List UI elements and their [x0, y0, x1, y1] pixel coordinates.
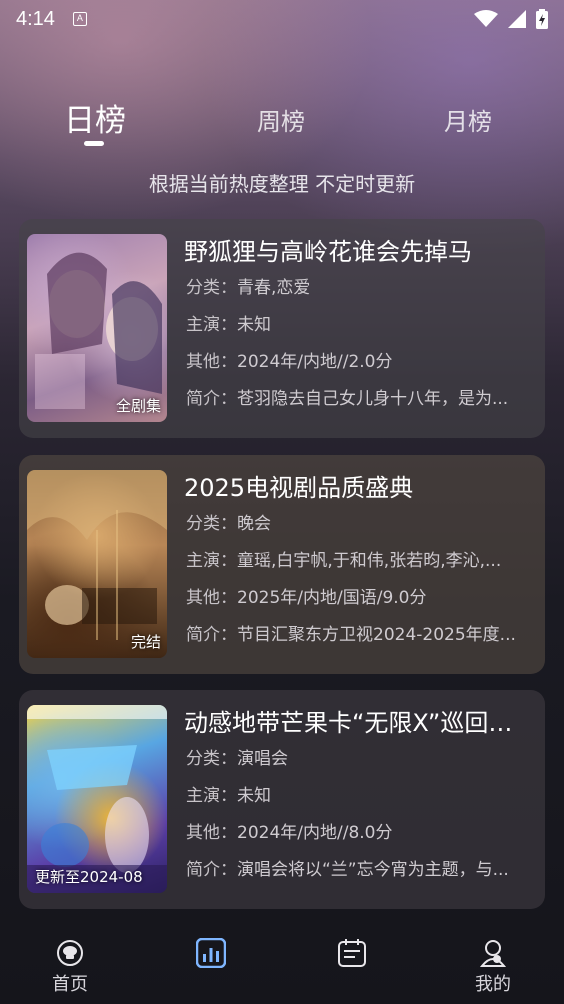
tab-monthly[interactable]: 月榜	[444, 102, 492, 137]
nav-schedule[interactable]	[312, 938, 392, 970]
poster-image: 全剧集	[27, 234, 167, 422]
card-info: 2025电视剧品质盛典 分类：晚会 主演：童瑶,白宇帆,于和伟,张若昀,李沁,.…	[184, 471, 534, 653]
card-info: 野狐狸与高岭花谁会先掉马 分类：青春,恋爱 主演：未知 其他：2024年/内地/…	[184, 235, 534, 417]
poster-badge: 完结	[130, 633, 161, 651]
tab-weekly[interactable]: 周榜	[257, 102, 305, 137]
ranking-tabs: 日榜 周榜 月榜	[0, 95, 564, 155]
nav-home[interactable]: 首页	[30, 938, 110, 996]
poster-art	[35, 252, 162, 409]
bottom-nav: 首页 我的	[0, 928, 564, 1004]
poster-art	[27, 470, 167, 640]
wifi-icon	[474, 10, 498, 27]
status-icons	[474, 9, 548, 29]
card-info: 动感地带芒果卡“无限X”巡回演... 分类：演唱会 主演：未知 其他：2024年…	[184, 706, 534, 888]
status-bar: 4:14 A	[0, 0, 564, 38]
battery-charging-icon	[536, 9, 548, 29]
card-cast: 主演：未知	[186, 786, 271, 806]
list-item[interactable]: 完结 2025电视剧品质盛典 分类：晚会 主演：童瑶,白宇帆,于和伟,张若昀,李…	[19, 455, 545, 674]
nav-ranking[interactable]	[171, 937, 251, 970]
card-intro: 简介：苍羽隐去自己女儿身十八年，是为...	[186, 389, 509, 409]
card-intro: 简介：演唱会将以“兰”忘今宵为主题，与...	[186, 860, 509, 880]
poster-image: 完结	[27, 470, 167, 658]
card-category: 分类：演唱会	[186, 749, 288, 769]
a-notification-icon: A	[72, 12, 87, 26]
poster-art	[27, 705, 167, 893]
card-title: 2025电视剧品质盛典	[184, 474, 414, 502]
list-item[interactable]: 更新至2024-08 动感地带芒果卡“无限X”巡回演... 分类：演唱会 主演：…	[19, 690, 545, 909]
card-other: 其他：2025年/内地/国语/9.0分	[186, 588, 427, 608]
status-time: 4:14	[16, 7, 55, 30]
ranking-chart-icon	[195, 937, 227, 969]
card-other: 其他：2024年/内地//8.0分	[186, 823, 393, 843]
schedule-calendar-icon	[337, 938, 367, 968]
card-title: 动感地带芒果卡“无限X”巡回演...	[184, 709, 534, 737]
list-item[interactable]: 全剧集 野狐狸与高岭花谁会先掉马 分类：青春,恋爱 主演：未知 其他：2024年…	[19, 219, 545, 438]
nav-profile[interactable]: 我的	[453, 938, 533, 996]
nav-profile-label: 我的	[475, 974, 511, 995]
poster-badge: 更新至2024-08	[35, 868, 143, 886]
card-category: 分类：晚会	[186, 514, 271, 534]
poster-image: 更新至2024-08	[27, 705, 167, 893]
nav-home-label: 首页	[52, 974, 88, 995]
signal-icon	[508, 10, 526, 28]
card-cast: 主演：童瑶,白宇帆,于和伟,张若昀,李沁,...	[186, 551, 502, 571]
card-intro: 简介：节目汇聚东方卫视2024-2025年度...	[186, 625, 516, 645]
card-category: 分类：青春,恋爱	[186, 278, 311, 298]
tab-daily[interactable]: 日榜	[64, 95, 126, 140]
card-cast: 主演：未知	[186, 315, 271, 335]
card-other: 其他：2024年/内地//2.0分	[186, 352, 393, 372]
home-icon	[55, 938, 85, 968]
card-title: 野狐狸与高岭花谁会先掉马	[184, 238, 472, 266]
poster-badge: 全剧集	[115, 397, 161, 415]
profile-icon	[478, 938, 508, 968]
active-tab-indicator	[84, 141, 104, 146]
ranking-subtitle: 根据当前热度整理 不定时更新	[148, 172, 416, 196]
